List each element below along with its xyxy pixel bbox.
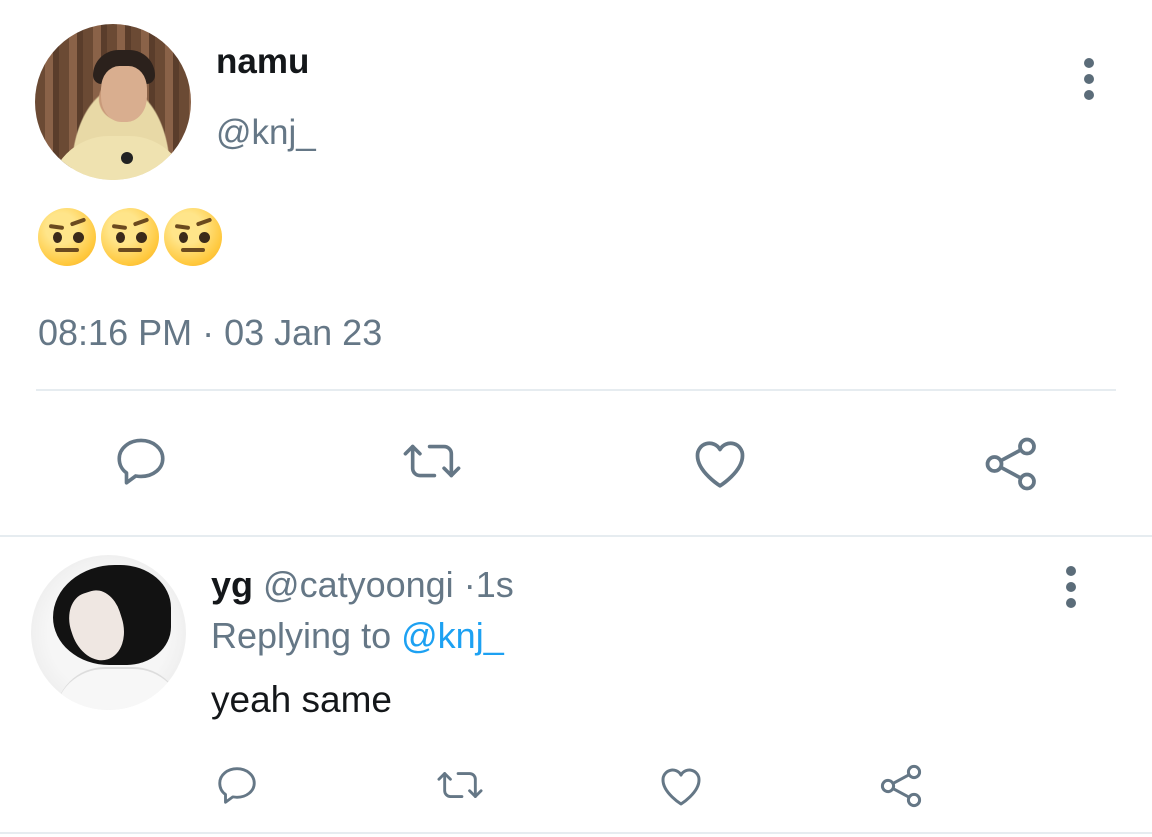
reply-icon[interactable]: [112, 432, 170, 490]
retweet-icon[interactable]: [432, 762, 488, 808]
author-handle[interactable]: @knj_: [216, 113, 316, 153]
avatar-mic: [121, 152, 133, 164]
reply-avatar[interactable]: [31, 555, 186, 710]
retweet-icon[interactable]: [398, 432, 466, 490]
reply-author-handle[interactable]: @catyoongi: [263, 564, 454, 605]
replying-to: Replying to @knj_: [211, 615, 504, 657]
tweet-body: [38, 208, 227, 266]
heart-icon[interactable]: [690, 434, 750, 490]
author-name[interactable]: namu: [216, 42, 309, 82]
reply-text: yeah same: [211, 679, 392, 720]
avatar[interactable]: [35, 24, 191, 180]
face-with-raised-eyebrow-icon: [101, 208, 159, 266]
share-icon[interactable]: [878, 762, 926, 810]
time-separator: ·: [463, 564, 476, 605]
share-icon[interactable]: [982, 434, 1042, 494]
face-with-raised-eyebrow-icon: [164, 208, 222, 266]
divider: [0, 535, 1152, 537]
divider: [0, 832, 1152, 834]
reply-time: 1s: [475, 564, 514, 605]
divider: [36, 389, 1116, 391]
avatar-shirt: [55, 667, 183, 710]
reply-author-name[interactable]: yg: [211, 564, 253, 605]
reply-header: yg @catyoongi ·1s: [211, 564, 514, 606]
avatar-face: [101, 66, 147, 122]
more-vertical-icon[interactable]: [1083, 58, 1095, 100]
avatar-shirt: [49, 136, 189, 180]
replying-prefix: Replying to: [211, 615, 392, 656]
reply-icon[interactable]: [214, 762, 260, 808]
heart-icon[interactable]: [657, 763, 705, 807]
replying-to-handle[interactable]: @knj_: [401, 615, 504, 656]
more-vertical-icon[interactable]: [1065, 566, 1077, 608]
tweet-timestamp: 08:16 PM · 03 Jan 23: [38, 312, 383, 353]
face-with-raised-eyebrow-icon: [38, 208, 96, 266]
